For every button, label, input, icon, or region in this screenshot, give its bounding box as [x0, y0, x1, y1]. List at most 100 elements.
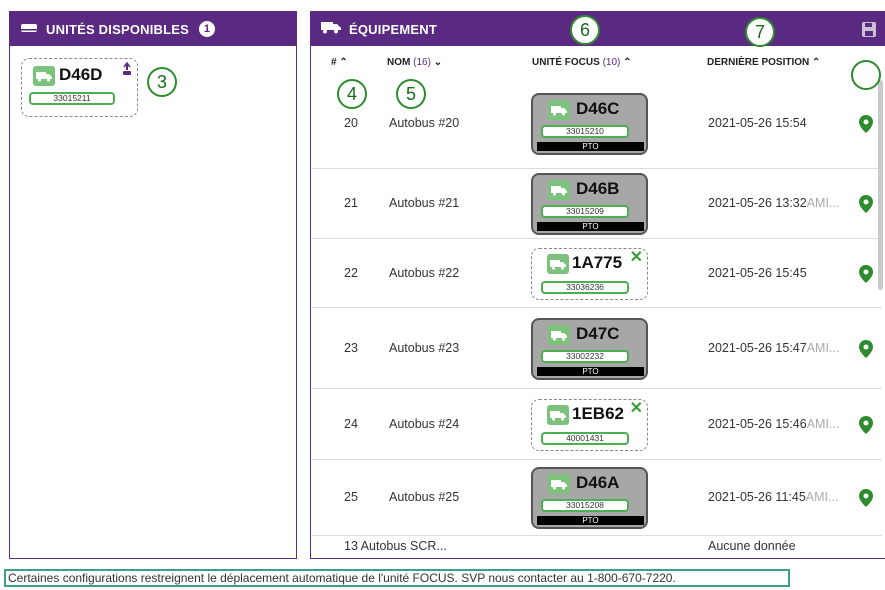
equipment-title: ÉQUIPEMENT	[349, 21, 437, 37]
callout-5: 6	[570, 15, 600, 45]
unit-serial: 33036236	[541, 281, 629, 294]
location-pin-icon[interactable]	[859, 339, 873, 363]
truck-icon	[548, 100, 570, 120]
callout-4: 5	[396, 79, 426, 109]
unit-code: D46C	[576, 99, 620, 118]
col-num-label: #	[331, 57, 337, 68]
unit-code: 1EB62	[572, 404, 624, 423]
row-name[interactable]: Autobus #23	[389, 341, 459, 355]
unit-serial: 33015211	[29, 92, 115, 105]
row-position: 2021-05-26 11:45AMI...	[708, 490, 838, 504]
unit-serial: 33015210	[541, 125, 629, 138]
location-pin-icon[interactable]	[859, 264, 873, 288]
truck-icon	[321, 21, 341, 37]
row-num: 24	[344, 416, 358, 431]
row-name[interactable]: Autobus #22	[389, 266, 459, 280]
row-position: 2021-05-26 13:32AMI...	[708, 196, 839, 210]
truck-icon	[548, 325, 570, 345]
row-position: 2021-05-26 15:47AMI...	[708, 341, 839, 355]
col-focus-label: UNITÉ FOCUS	[532, 57, 600, 68]
sort-up-icon: ⌃	[812, 57, 821, 68]
row-name: 13 Autobus SCR...	[344, 539, 447, 553]
pto-label: PTO	[537, 222, 644, 231]
row-position: 2021-05-26 15:54	[708, 116, 807, 130]
row-name[interactable]: Autobus #25	[389, 490, 459, 504]
unit-serial: 33002232	[541, 350, 629, 363]
position-time: 2021-05-26 11:45	[708, 490, 806, 504]
focus-unit-card[interactable]: 1EB62 ✕ 40001431	[531, 399, 648, 451]
position-time: 2021-05-26 15:45	[708, 265, 807, 280]
available-unit-card[interactable]: D46D 33015211	[21, 58, 138, 117]
unit-code: D46D	[59, 65, 103, 84]
truck-icon	[548, 180, 570, 200]
col-header-num[interactable]: # ⌃	[331, 57, 348, 68]
focus-unit-card[interactable]: D46C 33015210 PTO	[531, 93, 648, 155]
col-header-focus[interactable]: UNITÉ FOCUS (10) ⌃	[532, 57, 632, 68]
row-position: Aucune donnée	[708, 539, 796, 553]
table-row[interactable]: 25 Autobus #25 D46A 33015208 PTO 2021-05-26 1…	[312, 460, 882, 536]
table-row[interactable]: 23 Autobus #23 D47C 33002232 PTO 2021-05-26 1…	[312, 308, 882, 389]
col-position-label: DERNIÈRE POSITION	[707, 57, 810, 68]
unit-code: 1A775	[572, 253, 623, 272]
callout-6: 7	[745, 17, 775, 47]
row-num: 23	[344, 340, 358, 355]
position-time: 2021-05-26 15:46	[708, 416, 807, 431]
row-name[interactable]: Autobus #20	[389, 116, 459, 130]
callout-7	[851, 60, 881, 90]
sort-down-icon: ⌄	[433, 57, 443, 68]
focus-unit-card[interactable]: 1A775 ✕ 33036236	[531, 248, 648, 300]
focus-unit-card[interactable]: D46B 33015209 PTO	[531, 173, 648, 235]
close-icon[interactable]: ✕	[630, 401, 643, 417]
callout-2: 3	[147, 67, 177, 97]
unit-serial: 33015209	[541, 205, 629, 218]
row-num: 21	[344, 196, 358, 210]
sort-up-icon: ⌃	[623, 57, 632, 68]
table-scrollbar[interactable]	[878, 80, 883, 290]
drag-handle-icon[interactable]	[122, 61, 132, 81]
position-time: 2021-05-26 15:47	[708, 340, 807, 355]
position-time: 2021-05-26 13:32	[708, 196, 807, 210]
table-row-partial[interactable]: 13 Autobus SCR... Aucune donnée	[312, 536, 882, 556]
unit-serial: 33015208	[541, 499, 629, 512]
truck-icon	[547, 405, 569, 425]
table-row[interactable]: 22 Autobus #22 1A775 ✕ 33036236 2021-05-26 15…	[312, 239, 882, 308]
table-row[interactable]: 24 Autobus #24 1EB62 ✕ 40001431 2021-05-26 15…	[312, 389, 882, 460]
available-units-title: UNITÉS DISPONIBLES	[46, 21, 190, 37]
focus-unit-card[interactable]: D47C 33002232 PTO	[531, 318, 648, 380]
col-header-name[interactable]: NOM (16) ⌄	[387, 57, 442, 68]
position-location: AMI...	[805, 490, 839, 504]
row-name[interactable]: Autobus #24	[389, 417, 459, 431]
row-position: 2021-05-26 15:45	[708, 266, 807, 280]
row-num: 22	[344, 265, 358, 280]
available-units-header: UNITÉS DISPONIBLES 1	[10, 12, 296, 46]
sort-up-icon: ⌃	[339, 57, 348, 68]
row-position: 2021-05-26 15:46AMI...	[708, 417, 839, 431]
row-num: 20	[344, 116, 358, 130]
table-row[interactable]: 21 Autobus #21 D46B 33015209 PTO 2021-05-26 1…	[312, 169, 882, 239]
close-icon[interactable]: ✕	[630, 250, 643, 266]
unit-tray-icon	[20, 22, 38, 37]
position-time: 2021-05-26 15:54	[708, 116, 807, 130]
col-focus-count: (10)	[602, 57, 621, 68]
col-name-label: NOM	[387, 57, 411, 68]
row-num: 25	[344, 490, 358, 504]
truck-icon	[33, 66, 55, 86]
callout-3: 4	[337, 79, 367, 109]
position-location: AMI...	[806, 340, 840, 355]
unit-code: D46A	[576, 473, 620, 492]
pto-label: PTO	[537, 367, 644, 376]
location-pin-icon[interactable]	[859, 489, 873, 512]
unit-code: D46B	[576, 179, 620, 198]
unit-code: D47C	[576, 324, 620, 343]
truck-icon	[548, 474, 570, 494]
unit-serial: 40001431	[541, 432, 629, 445]
location-pin-icon[interactable]	[859, 115, 873, 138]
focus-unit-card[interactable]: D46A 33015208 PTO	[531, 467, 648, 529]
location-pin-icon[interactable]	[859, 195, 873, 218]
col-header-position[interactable]: DERNIÈRE POSITION ⌃	[707, 57, 820, 68]
position-location: AMI...	[806, 196, 840, 210]
location-pin-icon[interactable]	[859, 415, 873, 439]
col-name-count: (16)	[413, 57, 431, 68]
row-name[interactable]: Autobus #21	[389, 196, 459, 210]
save-icon[interactable]	[862, 22, 876, 40]
